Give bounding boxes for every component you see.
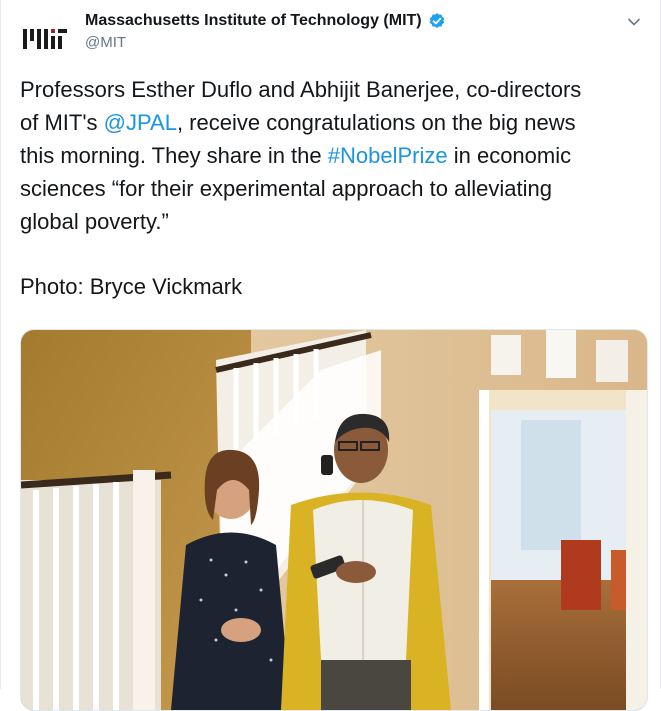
chevron-down-icon[interactable] [626, 14, 642, 30]
mit-logo-icon[interactable] [19, 14, 69, 64]
tweet-text-segment: , receive congratulations on the big new… [176, 110, 576, 135]
tweet-text-segment: this morning. They share in the [20, 143, 328, 168]
display-name[interactable]: Massachusetts Institute of Technology (M… [85, 12, 422, 30]
tweet-text-segment: sciences “for their experimental approac… [20, 176, 552, 201]
hashtag-link[interactable]: #NobelPrize [328, 143, 448, 168]
tweet-text-line: Professors Esther Duflo and Abhijit Bane… [20, 73, 646, 106]
tweet-text-line: sciences “for their experimental approac… [20, 172, 646, 205]
account-names: Massachusetts Institute of Technology (M… [85, 12, 446, 51]
tweet-text-segment: of MIT's [20, 110, 104, 135]
verified-badge-icon [429, 13, 444, 28]
tweet-text-line: this morning. They share in the #NobelPr… [20, 139, 646, 172]
mention-link[interactable]: @JPAL [104, 110, 177, 135]
tweet-card[interactable]: Massachusetts Institute of Technology (M… [0, 0, 661, 711]
tweet-text-line: global poverty.” [20, 205, 646, 238]
handle[interactable]: @MIT [85, 34, 446, 51]
photo-credit: Photo: Bryce Vickmark [20, 274, 243, 299]
photo-image [21, 330, 647, 710]
tweet-text-line: of MIT's @JPAL, receive congratulations … [20, 106, 646, 139]
tweet-text-segment: global poverty.” [20, 209, 169, 234]
tweet-text-segment: in economic [447, 143, 572, 168]
tweet-text: Professors Esther Duflo and Abhijit Bane… [20, 73, 646, 238]
tweet-photo[interactable] [20, 329, 648, 711]
tweet-text-segment: Professors Esther Duflo and Abhijit Bane… [20, 77, 582, 102]
